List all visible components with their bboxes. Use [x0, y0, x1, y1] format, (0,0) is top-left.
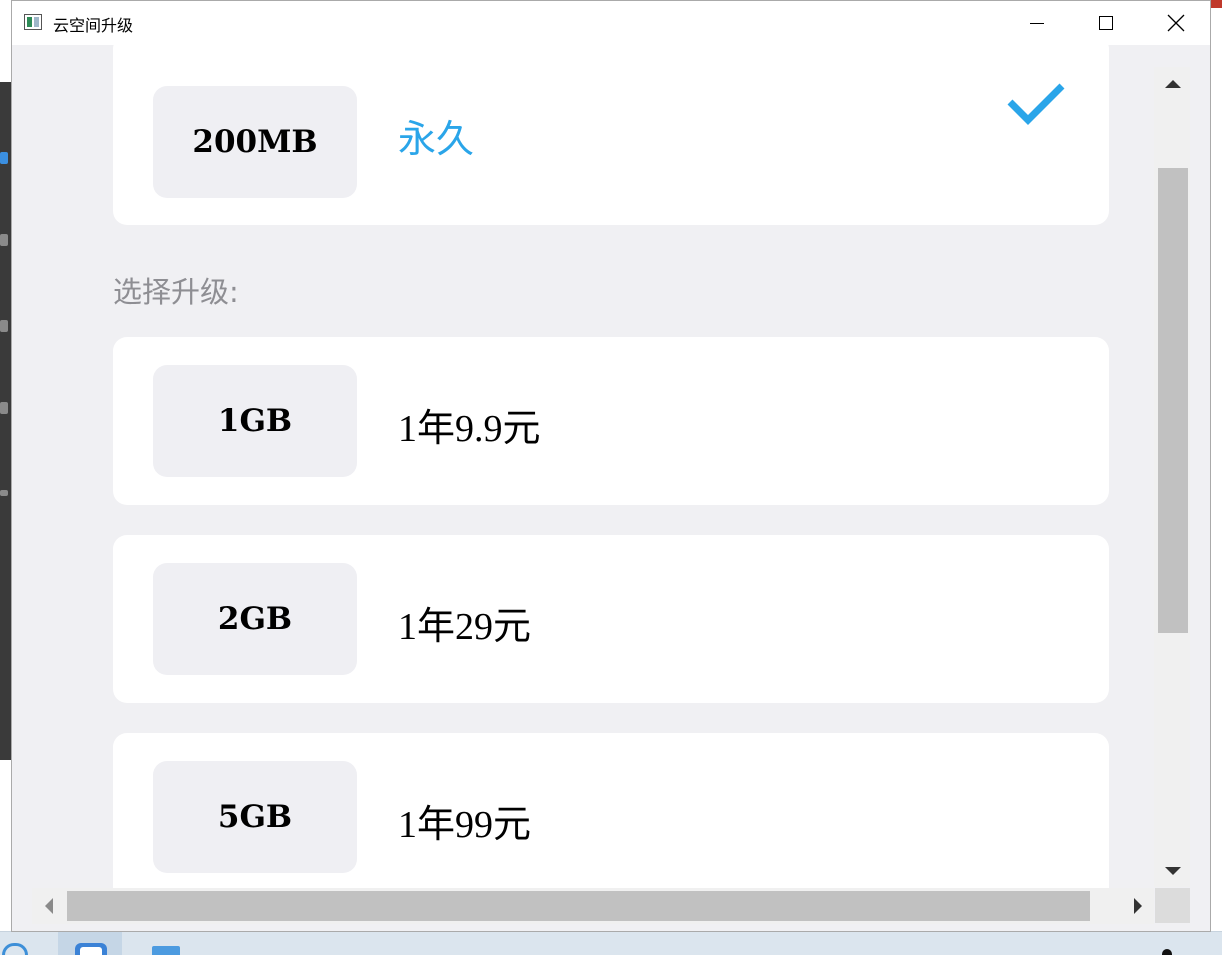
scrollbar-corner: [1155, 888, 1190, 923]
taskbar: [0, 931, 1222, 955]
upgrade-option-1gb[interactable]: 1GB 1年9.9元: [113, 337, 1109, 505]
upgrade-option-5gb[interactable]: 5GB 1年99元: [113, 733, 1109, 888]
current-plan-card[interactable]: 200MB 永久: [113, 45, 1109, 225]
close-button[interactable]: [1153, 1, 1199, 45]
content-area: 200MB 永久 选择升级: 1GB 1年9.9元 2GB 1年29元 5GB …: [12, 45, 1210, 888]
check-icon: [1007, 83, 1065, 125]
upgrade-option-2gb[interactable]: 2GB 1年29元: [113, 535, 1109, 703]
taskbar-app-active[interactable]: [58, 932, 122, 955]
option-price: 1年29元: [398, 606, 532, 648]
background-icon: [0, 320, 8, 332]
close-icon: [1167, 14, 1185, 32]
option-size: 2GB: [153, 563, 357, 675]
arrow-left-icon[interactable]: [45, 898, 53, 914]
section-label: 选择升级:: [113, 275, 239, 309]
maximize-button[interactable]: [1083, 1, 1129, 45]
arrow-up-icon[interactable]: [1165, 80, 1181, 88]
window-title: 云空间升级: [53, 16, 134, 35]
app-window-icon: [24, 14, 42, 30]
horizontal-scroll-thumb[interactable]: [67, 891, 1090, 921]
vertical-scroll-thumb[interactable]: [1158, 168, 1188, 633]
option-price: 1年9.9元: [398, 408, 541, 450]
option-size: 1GB: [153, 365, 357, 477]
minimize-icon: [1030, 22, 1044, 24]
maximize-icon: [1099, 16, 1113, 30]
background-icon: [0, 152, 8, 164]
background-icon: [0, 234, 8, 246]
background-icon: [0, 490, 8, 496]
current-plan-duration: 永久: [398, 117, 475, 161]
app-icon: [75, 943, 107, 955]
arrow-right-icon[interactable]: [1134, 898, 1142, 914]
option-price: 1年99元: [398, 804, 532, 846]
taskbar-system-icon[interactable]: [1162, 949, 1172, 955]
upgrade-window: 云空间升级 200MB 永久 选择升级: 1GB 1年9.9元 2GB 1年29…: [11, 0, 1211, 932]
arrow-down-icon[interactable]: [1165, 867, 1181, 875]
background-window-edge: [0, 82, 11, 760]
current-plan-size: 200MB: [153, 86, 357, 198]
taskbar-search-icon[interactable]: [2, 943, 28, 955]
background-icon: [0, 402, 8, 414]
minimize-button[interactable]: [1014, 1, 1060, 45]
taskbar-app-icon[interactable]: [152, 946, 180, 955]
background-badge: [1210, 0, 1222, 8]
horizontal-scrollbar[interactable]: [32, 888, 1154, 924]
title-bar[interactable]: 云空间升级: [12, 1, 1210, 45]
vertical-scrollbar[interactable]: [1154, 67, 1190, 887]
option-size: 5GB: [153, 761, 357, 873]
